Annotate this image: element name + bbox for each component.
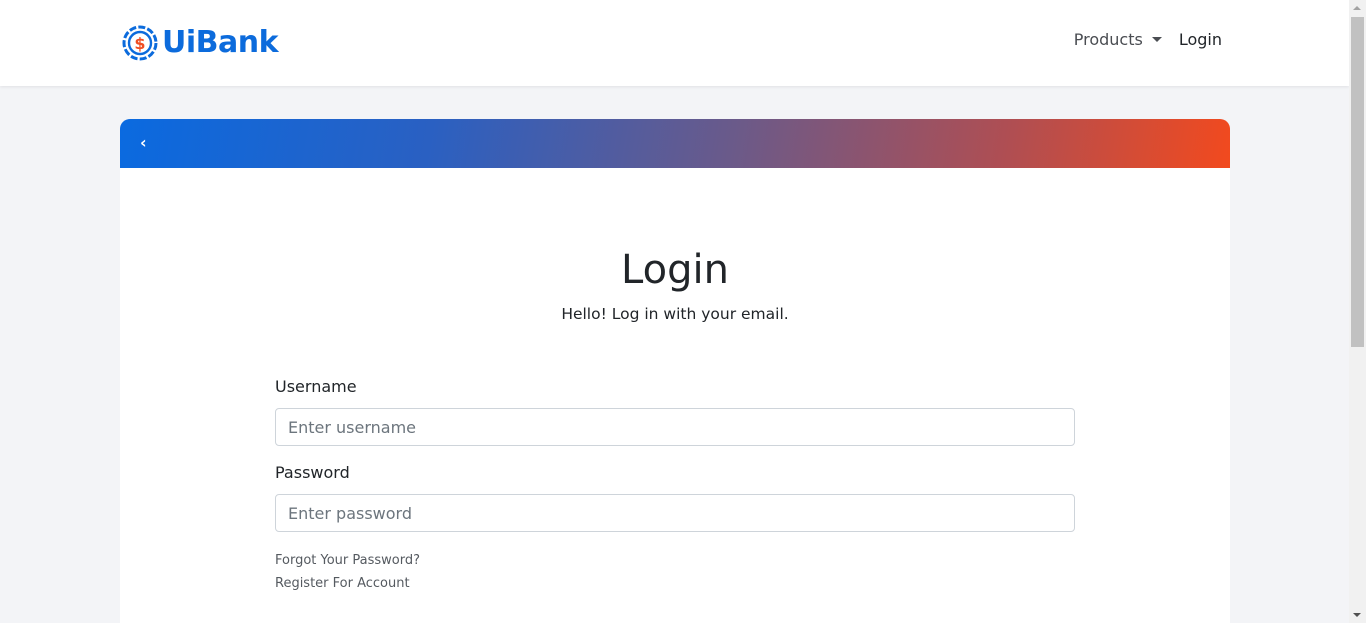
login-card: ‹ Login Hello! Log in with your email. U… (120, 119, 1230, 623)
chevron-left-icon[interactable]: ‹ (140, 133, 147, 152)
page-title: Login (621, 247, 729, 293)
products-dropdown[interactable]: Products (1074, 30, 1162, 49)
brand-logo[interactable]: $ UiBank (121, 24, 279, 62)
username-label: Username (275, 377, 357, 396)
brand-name: UiBank (162, 25, 279, 60)
scroll-up-arrow-icon[interactable] (1353, 6, 1361, 10)
page-scrollbar[interactable] (1349, 0, 1366, 623)
scrollbar-thumb[interactable] (1351, 17, 1364, 347)
nav-login-link[interactable]: Login (1179, 30, 1222, 49)
username-input[interactable] (275, 408, 1075, 446)
caret-down-icon (1151, 37, 1162, 42)
password-label: Password (275, 463, 350, 482)
register-account-link[interactable]: Register For Account (275, 576, 410, 591)
scroll-down-arrow-icon[interactable] (1353, 613, 1361, 617)
page-subtitle: Hello! Log in with your email. (561, 305, 789, 323)
password-input[interactable] (275, 494, 1075, 532)
nav-links: Products Login (1074, 30, 1222, 49)
products-label: Products (1073, 30, 1143, 49)
top-navbar: $ UiBank Products Login (0, 0, 1349, 86)
forgot-password-link[interactable]: Forgot Your Password? (275, 553, 420, 568)
card-header-banner: ‹ (120, 119, 1230, 168)
logo-symbol: $ (134, 34, 145, 53)
dollar-badge-icon: $ (122, 25, 158, 61)
